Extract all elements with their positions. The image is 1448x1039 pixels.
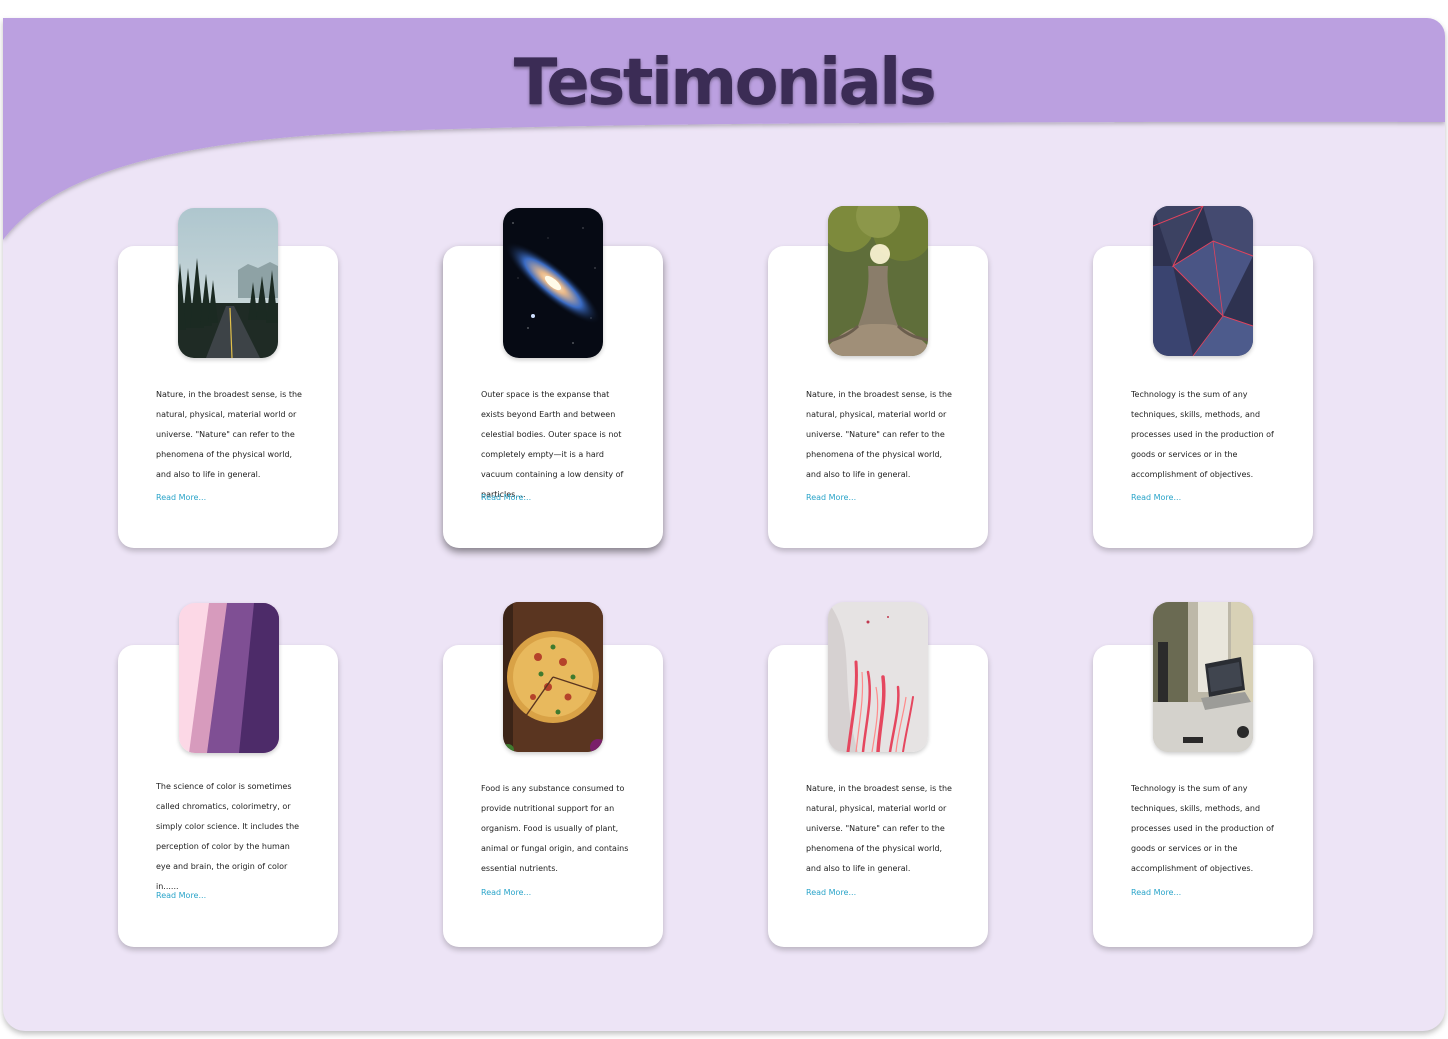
read-more-link[interactable]: Read More...: [481, 493, 531, 502]
color-stripes-image: [179, 603, 279, 753]
tree-roots-image: [828, 206, 928, 356]
pizza-image: [503, 602, 603, 752]
forest-road-image: [178, 208, 278, 358]
read-more-link[interactable]: Read More...: [1131, 888, 1181, 897]
card-description: Outer space is the expanse that exists b…: [481, 390, 624, 499]
geometric-shapes-image: [1153, 206, 1253, 356]
galaxy-image: [503, 208, 603, 358]
laptop-desk-image: [1153, 602, 1253, 752]
testimonials-section: Testimonials Nature, in the broadest sen…: [3, 18, 1445, 1031]
card-description: Food is any substance consumed to provid…: [481, 784, 629, 873]
card-description: Nature, in the broadest sense, is the na…: [806, 390, 952, 479]
read-more-link[interactable]: Read More...: [156, 493, 206, 502]
read-more-link[interactable]: Read More...: [481, 888, 531, 897]
pink-abstract-image: [828, 602, 928, 752]
card-description: Nature, in the broadest sense, is the na…: [156, 390, 302, 479]
card-description: Technology is the sum of any techniques,…: [1131, 390, 1274, 479]
read-more-link[interactable]: Read More...: [806, 493, 856, 502]
page-title: Testimonials: [513, 46, 937, 120]
read-more-link[interactable]: Read More...: [806, 888, 856, 897]
card-description: Nature, in the broadest sense, is the na…: [806, 784, 952, 873]
card-description: The science of color is sometimes called…: [156, 782, 300, 891]
card-description: Technology is the sum of any techniques,…: [1131, 784, 1274, 873]
read-more-link[interactable]: Read More...: [156, 891, 206, 900]
read-more-link[interactable]: Read More...: [1131, 493, 1181, 502]
